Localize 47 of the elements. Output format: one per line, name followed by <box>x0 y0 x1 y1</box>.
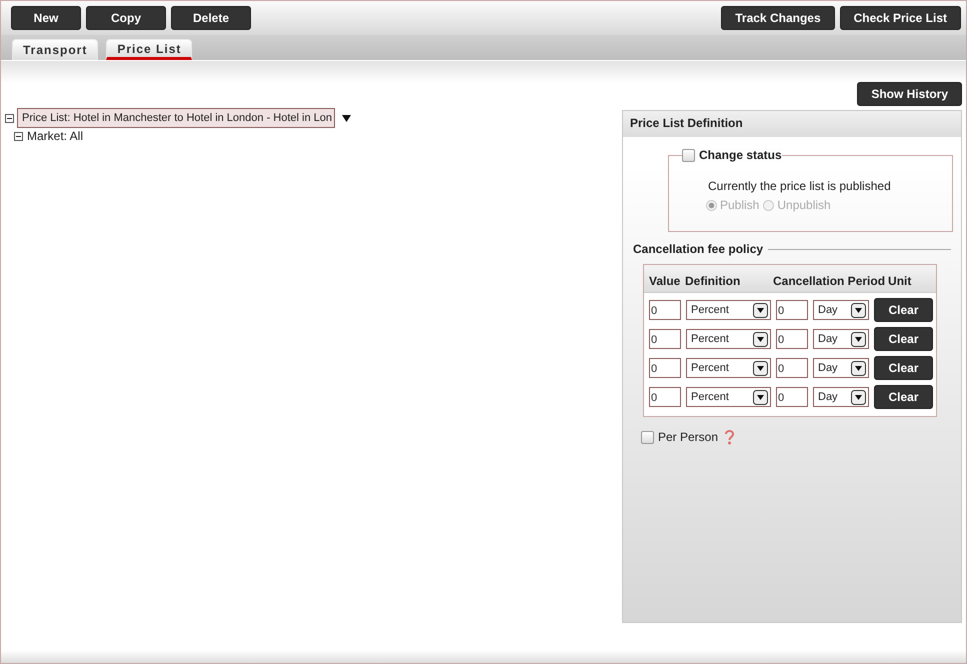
toolbar-button[interactable]: Delete <box>171 6 251 30</box>
dropdown[interactable]: Percent <box>686 329 771 349</box>
clear-button[interactable]: Clear <box>874 327 933 351</box>
status-message: Currently the price list is published <box>708 179 892 193</box>
tab[interactable]: Transport <box>12 39 98 60</box>
show-history-button[interactable]: Show History <box>857 82 962 106</box>
dropdown[interactable]: Percent <box>686 387 771 407</box>
radio-label: Publish <box>720 198 760 212</box>
tab[interactable]: Price List <box>106 39 192 60</box>
input-field[interactable]: 0 <box>649 358 681 378</box>
input-field[interactable]: 0 <box>776 300 808 320</box>
column-header: Definition <box>685 274 742 288</box>
dropdown[interactable]: Day <box>813 329 869 349</box>
input-field[interactable]: 0 <box>776 387 808 407</box>
dropdown[interactable]: Day <box>813 300 869 320</box>
section-title: Cancellation fee policy <box>633 242 764 256</box>
dropdown[interactable]: Day <box>813 358 869 378</box>
input-field[interactable]: 0 <box>776 358 808 378</box>
column-header: Value <box>649 274 682 288</box>
checkbox[interactable] <box>641 430 654 444</box>
dropdown-arrow-icon[interactable] <box>342 114 351 122</box>
input-field[interactable]: 0 <box>649 329 681 349</box>
clear-button[interactable]: Clear <box>874 298 933 322</box>
toolbar-button[interactable]: Track Changes <box>721 6 835 30</box>
radio-label: Unpublish <box>777 198 831 212</box>
clear-button[interactable]: Clear <box>874 356 933 380</box>
dropdown[interactable]: Day <box>813 387 869 407</box>
toolbar-button[interactable]: Copy <box>86 6 166 30</box>
collapse-icon[interactable] <box>5 114 14 122</box>
column-header: Unit <box>888 274 912 288</box>
checkbox[interactable] <box>682 148 695 162</box>
checkbox-label: Change status <box>699 148 782 162</box>
input-field[interactable]: 0 <box>776 329 808 349</box>
toolbar-button[interactable]: New <box>11 6 81 30</box>
collapse-icon[interactable] <box>14 132 23 140</box>
help-icon[interactable] <box>724 429 736 445</box>
dropdown[interactable]: Percent <box>686 358 771 378</box>
checkbox-label: Per Person <box>658 430 718 444</box>
tree-node[interactable]: Market: All <box>26 128 84 144</box>
toolbar-button[interactable]: Check Price List <box>840 6 961 30</box>
input-field[interactable]: 0 <box>649 387 681 407</box>
input-field[interactable]: 0 <box>649 300 681 320</box>
column-header: Cancellation Period <box>773 274 886 288</box>
dropdown[interactable]: Percent <box>686 300 771 320</box>
tree-node[interactable]: Price List: Hotel in Manchester to Hotel in London - Hotel in Lon <box>17 108 335 128</box>
clear-button[interactable]: Clear <box>874 385 933 409</box>
panel-title: Price List Definition <box>623 111 961 137</box>
